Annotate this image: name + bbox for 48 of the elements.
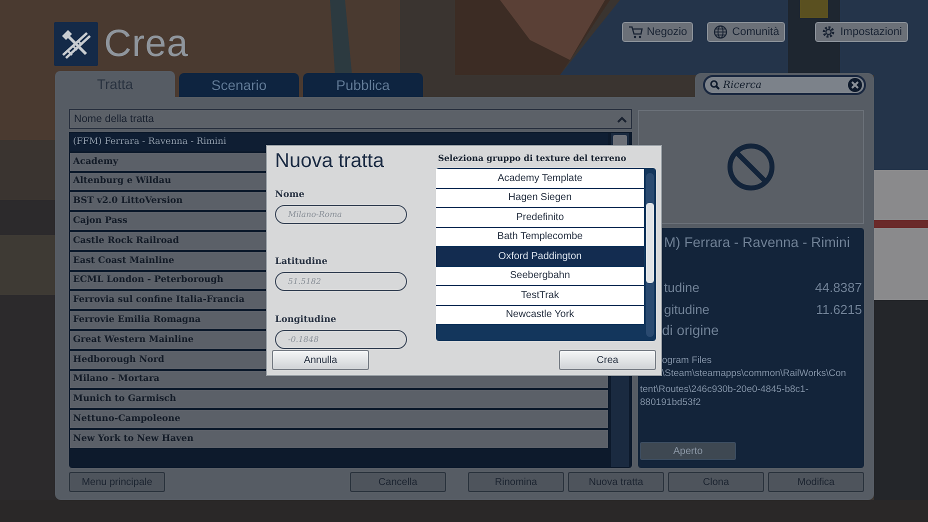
path-text: \Steam\steamapps\common\RailWorks\Con	[661, 367, 848, 380]
search-icon	[710, 80, 720, 90]
top-button[interactable]: Impostazioni	[815, 22, 908, 42]
top-button[interactable]: Negozio	[622, 22, 694, 42]
search-field[interactable]: Ricerca	[703, 75, 866, 95]
tools-icon	[54, 22, 98, 66]
input-field[interactable]: Milano-Roma	[275, 205, 407, 224]
page-title: Crea	[104, 22, 188, 66]
prohibition-icon	[726, 142, 776, 192]
caret-icon	[617, 116, 627, 122]
texture-item[interactable]: Academy Template	[436, 169, 644, 188]
texture-item[interactable]: Predefinito	[436, 208, 644, 226]
column-header[interactable]: Nome della tratta	[69, 109, 632, 129]
settings-icon	[821, 25, 836, 39]
texture-item[interactable]: Newcastle York	[436, 306, 644, 324]
detail-value: 11.6215	[816, 302, 862, 316]
route-item[interactable]: Munich to Garmisch	[70, 390, 608, 408]
field-label: Nome	[275, 190, 306, 202]
cart-icon	[628, 25, 643, 39]
tab[interactable]: Scenario	[179, 73, 299, 97]
input-field[interactable]: 51.5182	[275, 272, 407, 291]
scrollbar-thumb[interactable]	[646, 203, 654, 283]
detail-label: di origine	[661, 322, 720, 340]
field-label: Latitudine	[275, 257, 328, 269]
route-title: M) Ferrara - Ravenna - Rimini	[663, 234, 851, 252]
clear-icon[interactable]	[848, 78, 862, 92]
route-item[interactable]: Nettuno-Campoleone	[70, 410, 608, 428]
dialog-title: Nuova tratta	[275, 150, 385, 174]
path-text: ogram Files	[661, 354, 713, 367]
list-label: Seleziona gruppo di texture del terreno	[438, 153, 628, 166]
detail-label: tudine	[664, 280, 700, 294]
globe-icon	[713, 25, 728, 39]
texture-item[interactable]: Oxford Paddington	[436, 247, 644, 266]
tab[interactable]: Pubblica	[303, 73, 423, 97]
texture-item[interactable]: Hagen Siegen	[436, 188, 644, 207]
texture-item[interactable]: Bath Templecombe	[436, 228, 644, 246]
dialog-button[interactable]: Crea	[559, 350, 656, 370]
texture-item[interactable]: TestTrak	[436, 286, 644, 304]
detail-value: 44.8387	[815, 280, 862, 294]
path-text: 880191bd53f2	[640, 396, 702, 409]
texture-item[interactable]: Seebergbahn	[436, 266, 644, 285]
input-field[interactable]: -0.1848	[275, 330, 407, 349]
route-item[interactable]: New York to New Haven	[70, 430, 608, 448]
top-button[interactable]: Comunità	[707, 22, 786, 42]
field-label: Longitudine	[275, 315, 338, 327]
dialog-button[interactable]: Annulla	[272, 350, 369, 370]
path-text: tent\Routes\246c930b-20e0-4845-b8c1-	[640, 383, 810, 396]
detail-label: gitudine	[664, 302, 710, 316]
